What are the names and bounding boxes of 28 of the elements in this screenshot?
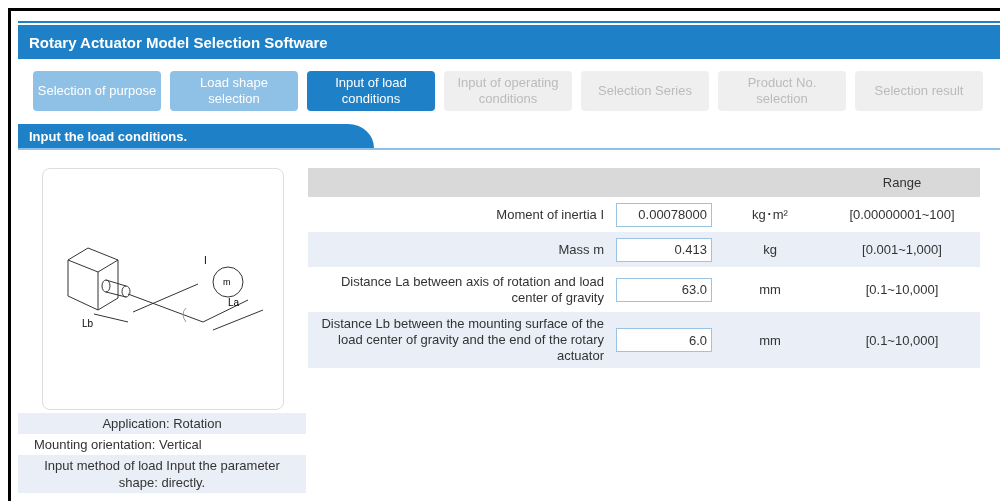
parameter-label: Mass m <box>308 232 616 267</box>
unit-text: mm <box>716 267 824 312</box>
step-tab[interactable]: Selection of purpose <box>33 71 161 111</box>
diagram-label: m <box>223 277 231 287</box>
summary-text: Application: Rotation <box>18 413 306 434</box>
parameter-label: Distance Lb between the mounting surface of the load center of gravity and the end of the rotary actuator <box>308 312 616 368</box>
value-field[interactable]: 0.00078000 <box>616 202 712 227</box>
column-header: Range <box>824 168 980 197</box>
app-title-bar: Rotary Actuator Model Selection Software <box>18 25 1000 59</box>
range-text: [0.001~1,000] <box>824 232 980 267</box>
unit-text: kg <box>716 232 824 267</box>
range-text: [0.1~10,000] <box>824 312 980 368</box>
value-field[interactable]: 0.413 <box>616 237 712 262</box>
step-tab[interactable]: Input of load conditions <box>307 71 435 111</box>
diagram-label: I <box>204 255 207 266</box>
summary-text: Mounting orientation: Vertical <box>33 436 203 454</box>
parameter-label: Moment of inertia I <box>308 197 616 232</box>
range-text: [0.00000001~100] <box>824 197 980 232</box>
summary-text: Input method of load Input the parameter shape: directly. <box>18 455 306 493</box>
value-field[interactable]: 6.0 <box>616 328 712 352</box>
value-field[interactable]: 63.0 <box>616 277 712 302</box>
parameter-label: Distance La between axis of rotation and load center of gravity <box>308 267 616 312</box>
unit-text: mm <box>716 312 824 368</box>
diagram-label: La <box>228 297 240 308</box>
range-text: [0.1~10,000] <box>824 267 980 312</box>
unit-text: kg･m² <box>716 197 824 232</box>
step-tab[interactable]: Load shape selection <box>170 71 298 111</box>
diagram-label: Lb <box>82 318 94 329</box>
